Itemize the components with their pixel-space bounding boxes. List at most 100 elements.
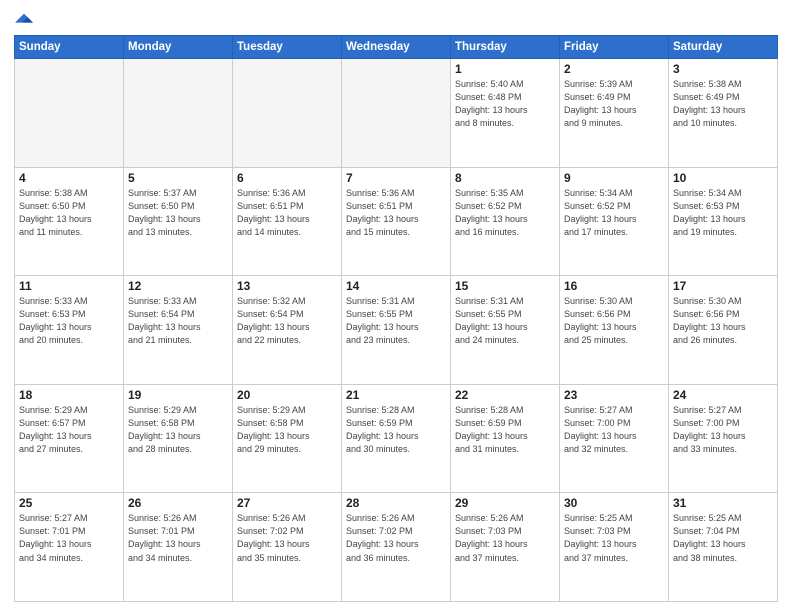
- day-info: Sunrise: 5:31 AM Sunset: 6:55 PM Dayligh…: [346, 295, 446, 347]
- day-cell: 19 Sunrise: 5:29 AM Sunset: 6:58 PM Dayli…: [124, 384, 233, 493]
- day-info: Sunrise: 5:37 AM Sunset: 6:50 PM Dayligh…: [128, 187, 228, 239]
- day-cell: 23 Sunrise: 5:27 AM Sunset: 7:00 PM Dayli…: [560, 384, 669, 493]
- day-header-monday: Monday: [124, 36, 233, 59]
- day-cell: 10 Sunrise: 5:34 AM Sunset: 6:53 PM Dayli…: [669, 167, 778, 276]
- calendar-table: SundayMondayTuesdayWednesdayThursdayFrid…: [14, 35, 778, 602]
- day-cell: 31 Sunrise: 5:25 AM Sunset: 7:04 PM Dayli…: [669, 493, 778, 602]
- day-info: Sunrise: 5:31 AM Sunset: 6:55 PM Dayligh…: [455, 295, 555, 347]
- day-cell: [15, 59, 124, 168]
- day-cell: 11 Sunrise: 5:33 AM Sunset: 6:53 PM Dayli…: [15, 276, 124, 385]
- day-header-friday: Friday: [560, 36, 669, 59]
- day-number: 16: [564, 279, 664, 293]
- day-info: Sunrise: 5:34 AM Sunset: 6:53 PM Dayligh…: [673, 187, 773, 239]
- logo: [14, 10, 33, 29]
- week-row-3: 11 Sunrise: 5:33 AM Sunset: 6:53 PM Dayli…: [15, 276, 778, 385]
- day-number: 11: [19, 279, 119, 293]
- day-cell: 15 Sunrise: 5:31 AM Sunset: 6:55 PM Dayli…: [451, 276, 560, 385]
- day-info: Sunrise: 5:27 AM Sunset: 7:01 PM Dayligh…: [19, 512, 119, 564]
- week-row-1: 1 Sunrise: 5:40 AM Sunset: 6:48 PM Daylig…: [15, 59, 778, 168]
- day-info: Sunrise: 5:35 AM Sunset: 6:52 PM Dayligh…: [455, 187, 555, 239]
- day-cell: [233, 59, 342, 168]
- day-cell: [342, 59, 451, 168]
- day-number: 15: [455, 279, 555, 293]
- week-row-2: 4 Sunrise: 5:38 AM Sunset: 6:50 PM Daylig…: [15, 167, 778, 276]
- day-cell: 20 Sunrise: 5:29 AM Sunset: 6:58 PM Dayli…: [233, 384, 342, 493]
- day-cell: 27 Sunrise: 5:26 AM Sunset: 7:02 PM Dayli…: [233, 493, 342, 602]
- day-header-saturday: Saturday: [669, 36, 778, 59]
- day-number: 7: [346, 171, 446, 185]
- day-number: 18: [19, 388, 119, 402]
- day-info: Sunrise: 5:33 AM Sunset: 6:53 PM Dayligh…: [19, 295, 119, 347]
- day-info: Sunrise: 5:33 AM Sunset: 6:54 PM Dayligh…: [128, 295, 228, 347]
- day-number: 25: [19, 496, 119, 510]
- day-info: Sunrise: 5:25 AM Sunset: 7:04 PM Dayligh…: [673, 512, 773, 564]
- day-header-thursday: Thursday: [451, 36, 560, 59]
- day-header-sunday: Sunday: [15, 36, 124, 59]
- day-info: Sunrise: 5:26 AM Sunset: 7:02 PM Dayligh…: [346, 512, 446, 564]
- day-cell: 1 Sunrise: 5:40 AM Sunset: 6:48 PM Daylig…: [451, 59, 560, 168]
- day-info: Sunrise: 5:29 AM Sunset: 6:58 PM Dayligh…: [237, 404, 337, 456]
- day-number: 28: [346, 496, 446, 510]
- day-cell: 22Sunrise: 5:28 AM Sunset: 6:59 PM Dayli…: [451, 384, 560, 493]
- day-number: 8: [455, 171, 555, 185]
- day-info: Sunrise: 5:28 AM Sunset: 6:59 PM Dayligh…: [346, 404, 446, 456]
- day-cell: 24 Sunrise: 5:27 AM Sunset: 7:00 PM Dayli…: [669, 384, 778, 493]
- day-info: Sunrise: 5:26 AM Sunset: 7:01 PM Dayligh…: [128, 512, 228, 564]
- day-info: Sunrise: 5:27 AM Sunset: 7:00 PM Dayligh…: [673, 404, 773, 456]
- day-number: 23: [564, 388, 664, 402]
- day-number: 10: [673, 171, 773, 185]
- day-number: 9: [564, 171, 664, 185]
- day-info: Sunrise: 5:29 AM Sunset: 6:58 PM Dayligh…: [128, 404, 228, 456]
- day-header-wednesday: Wednesday: [342, 36, 451, 59]
- day-number: 4: [19, 171, 119, 185]
- day-info: Sunrise: 5:27 AM Sunset: 7:00 PM Dayligh…: [564, 404, 664, 456]
- day-info: Sunrise: 5:32 AM Sunset: 6:54 PM Dayligh…: [237, 295, 337, 347]
- page: SundayMondayTuesdayWednesdayThursdayFrid…: [0, 0, 792, 612]
- day-number: 13: [237, 279, 337, 293]
- day-cell: [124, 59, 233, 168]
- day-number: 17: [673, 279, 773, 293]
- day-cell: 30 Sunrise: 5:25 AM Sunset: 7:03 PM Dayli…: [560, 493, 669, 602]
- day-number: 26: [128, 496, 228, 510]
- day-cell: 12 Sunrise: 5:33 AM Sunset: 6:54 PM Dayli…: [124, 276, 233, 385]
- day-number: 21: [346, 388, 446, 402]
- header: [14, 10, 778, 29]
- day-number: 14: [346, 279, 446, 293]
- day-number: 6: [237, 171, 337, 185]
- day-number: 12: [128, 279, 228, 293]
- day-number: 19: [128, 388, 228, 402]
- day-cell: 28 Sunrise: 5:26 AM Sunset: 7:02 PM Dayli…: [342, 493, 451, 602]
- day-number: 20: [237, 388, 337, 402]
- day-cell: 18Sunrise: 5:29 AM Sunset: 6:57 PM Dayli…: [15, 384, 124, 493]
- logo-icon: [15, 10, 33, 28]
- day-info: Sunrise: 5:40 AM Sunset: 6:48 PM Dayligh…: [455, 78, 555, 130]
- day-cell: 5Sunrise: 5:37 AM Sunset: 6:50 PM Daylig…: [124, 167, 233, 276]
- day-cell: 21 Sunrise: 5:28 AM Sunset: 6:59 PM Dayli…: [342, 384, 451, 493]
- day-info: Sunrise: 5:28 AM Sunset: 6:59 PM Dayligh…: [455, 404, 555, 456]
- day-info: Sunrise: 5:36 AM Sunset: 6:51 PM Dayligh…: [346, 187, 446, 239]
- day-cell: 14 Sunrise: 5:31 AM Sunset: 6:55 PM Dayli…: [342, 276, 451, 385]
- day-number: 30: [564, 496, 664, 510]
- day-info: Sunrise: 5:26 AM Sunset: 7:03 PM Dayligh…: [455, 512, 555, 564]
- day-info: Sunrise: 5:30 AM Sunset: 6:56 PM Dayligh…: [564, 295, 664, 347]
- day-info: Sunrise: 5:38 AM Sunset: 6:50 PM Dayligh…: [19, 187, 119, 239]
- day-number: 2: [564, 62, 664, 76]
- day-number: 1: [455, 62, 555, 76]
- day-info: Sunrise: 5:34 AM Sunset: 6:52 PM Dayligh…: [564, 187, 664, 239]
- day-header-tuesday: Tuesday: [233, 36, 342, 59]
- day-number: 24: [673, 388, 773, 402]
- day-cell: 16 Sunrise: 5:30 AM Sunset: 6:56 PM Dayli…: [560, 276, 669, 385]
- day-cell: 26 Sunrise: 5:26 AM Sunset: 7:01 PM Dayli…: [124, 493, 233, 602]
- day-cell: 4 Sunrise: 5:38 AM Sunset: 6:50 PM Daylig…: [15, 167, 124, 276]
- day-number: 29: [455, 496, 555, 510]
- day-info: Sunrise: 5:26 AM Sunset: 7:02 PM Dayligh…: [237, 512, 337, 564]
- week-row-5: 25 Sunrise: 5:27 AM Sunset: 7:01 PM Dayli…: [15, 493, 778, 602]
- day-cell: 25 Sunrise: 5:27 AM Sunset: 7:01 PM Dayli…: [15, 493, 124, 602]
- day-cell: 8 Sunrise: 5:35 AM Sunset: 6:52 PM Daylig…: [451, 167, 560, 276]
- day-info: Sunrise: 5:30 AM Sunset: 6:56 PM Dayligh…: [673, 295, 773, 347]
- day-cell: 29 Sunrise: 5:26 AM Sunset: 7:03 PM Dayli…: [451, 493, 560, 602]
- day-cell: 9 Sunrise: 5:34 AM Sunset: 6:52 PM Daylig…: [560, 167, 669, 276]
- day-number: 31: [673, 496, 773, 510]
- day-info: Sunrise: 5:25 AM Sunset: 7:03 PM Dayligh…: [564, 512, 664, 564]
- day-number: 27: [237, 496, 337, 510]
